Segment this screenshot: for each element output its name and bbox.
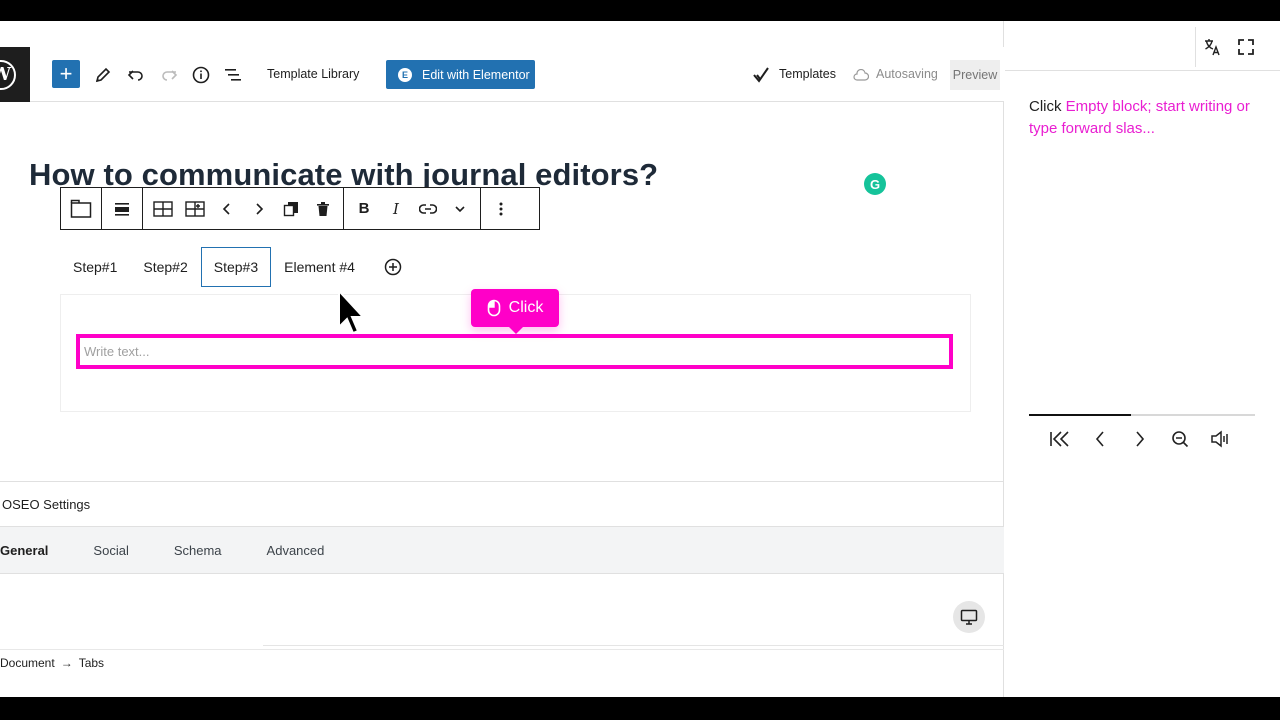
app-stage: W + Template Library E Edit with Element…	[0, 21, 1280, 697]
block-breadcrumb: Document → Tabs	[0, 649, 1004, 675]
pencil-tool-icon[interactable]	[89, 61, 117, 89]
write-text-input[interactable]	[80, 338, 949, 365]
first-step-icon[interactable]	[1049, 426, 1071, 452]
info-icon[interactable]	[187, 61, 215, 89]
add-tab-before-icon[interactable]	[147, 193, 179, 225]
block-toolbar: B I	[60, 187, 540, 230]
seo-tab-social[interactable]: Social	[93, 543, 128, 558]
tab-step-1[interactable]: Step#1	[60, 247, 130, 287]
add-block-button[interactable]: +	[52, 60, 80, 88]
more-options-icon[interactable]	[485, 193, 517, 225]
fullscreen-icon[interactable]	[1235, 36, 1257, 58]
wordpress-w-icon: W	[0, 60, 16, 90]
seo-tab-advanced[interactable]: Advanced	[267, 543, 325, 558]
templates-link[interactable]: Templates	[779, 67, 836, 81]
tabs-block-nav: Step#1 Step#2 Step#3 Element #4	[60, 247, 402, 287]
italic-icon[interactable]: I	[380, 193, 412, 225]
cloud-icon	[851, 61, 871, 89]
tab-step-3[interactable]: Step#3	[200, 247, 272, 287]
editor-top-toolbar: W + Template Library E Edit with Element…	[0, 47, 1004, 102]
header-separator	[1195, 27, 1196, 67]
audio-icon[interactable]	[1209, 426, 1231, 452]
zoom-out-icon[interactable]	[1169, 426, 1191, 452]
wordpress-logo[interactable]: W	[0, 47, 30, 102]
bold-icon[interactable]: B	[348, 193, 380, 225]
previous-step-icon[interactable]	[1089, 426, 1111, 452]
align-icon[interactable]	[106, 193, 138, 225]
edit-with-elementor-button[interactable]: E Edit with Elementor	[386, 60, 535, 89]
write-text-field[interactable]	[76, 334, 953, 369]
templates-check-icon[interactable]	[750, 61, 772, 89]
tabs-block-icon[interactable]	[65, 193, 97, 225]
autosaving-status: Autosaving	[876, 67, 938, 81]
link-icon[interactable]	[412, 193, 444, 225]
click-tooltip: Click	[471, 289, 559, 334]
add-tab-plus-icon[interactable]	[384, 258, 402, 276]
block-editor: W + Template Library E Edit with Element…	[0, 21, 1004, 697]
translate-icon[interactable]	[1201, 36, 1223, 58]
breadcrumb-document[interactable]: Document	[0, 656, 55, 670]
tab-actions-group	[143, 188, 344, 229]
undo-icon[interactable]	[122, 61, 150, 89]
guide-step-text: Click Empty block; start writing or type…	[1029, 96, 1259, 140]
redo-icon[interactable]	[155, 61, 183, 89]
chevron-left-icon[interactable]	[211, 193, 243, 225]
desktop-preview-button[interactable]	[953, 601, 985, 633]
breadcrumb-arrow-icon: →	[60, 655, 73, 670]
more-formats-chevron-down-icon[interactable]	[444, 193, 476, 225]
duplicate-icon[interactable]	[275, 193, 307, 225]
tab-element-4[interactable]: Element #4	[271, 247, 368, 287]
seo-divider	[263, 645, 1004, 646]
edit-with-elementor-label: Edit with Elementor	[422, 67, 530, 82]
elementor-icon: E	[398, 67, 412, 82]
guide-step-action: Click	[1029, 98, 1062, 115]
grammarly-icon[interactable]: G	[864, 173, 886, 195]
tab-step-2[interactable]: Step#2	[130, 247, 200, 287]
guide-panel-header	[1005, 21, 1280, 71]
guide-progress-bar	[1029, 414, 1255, 416]
seo-settings-header[interactable]: OSEO Settings	[0, 481, 1004, 527]
template-library-link[interactable]: Template Library	[267, 67, 359, 81]
chevron-right-icon[interactable]	[243, 193, 275, 225]
next-step-icon[interactable]	[1129, 426, 1151, 452]
preview-button[interactable]: Preview	[950, 60, 1000, 90]
desktop-icon	[960, 609, 978, 625]
mouse-cursor-icon	[338, 289, 365, 335]
format-group: B I	[344, 188, 481, 229]
seo-tab-general[interactable]: General	[0, 543, 48, 558]
options-group	[481, 188, 521, 229]
guide-navigation	[1049, 426, 1231, 452]
seo-tabs: General Social Schema Advanced	[0, 527, 1004, 574]
trash-icon[interactable]	[307, 193, 339, 225]
seo-tab-schema[interactable]: Schema	[174, 543, 222, 558]
mouse-icon	[487, 299, 500, 317]
alignment-group	[102, 188, 143, 229]
list-view-icon[interactable]	[219, 61, 247, 89]
block-type-group	[61, 188, 102, 229]
guide-panel: Click Empty block; start writing or type…	[1005, 21, 1280, 697]
guide-step-target: Empty block; start writing or type forwa…	[1029, 98, 1250, 137]
add-tab-after-icon[interactable]	[179, 193, 211, 225]
guide-progress-fill	[1029, 414, 1131, 416]
breadcrumb-tabs[interactable]: Tabs	[79, 656, 104, 670]
click-tooltip-label: Click	[508, 299, 544, 316]
